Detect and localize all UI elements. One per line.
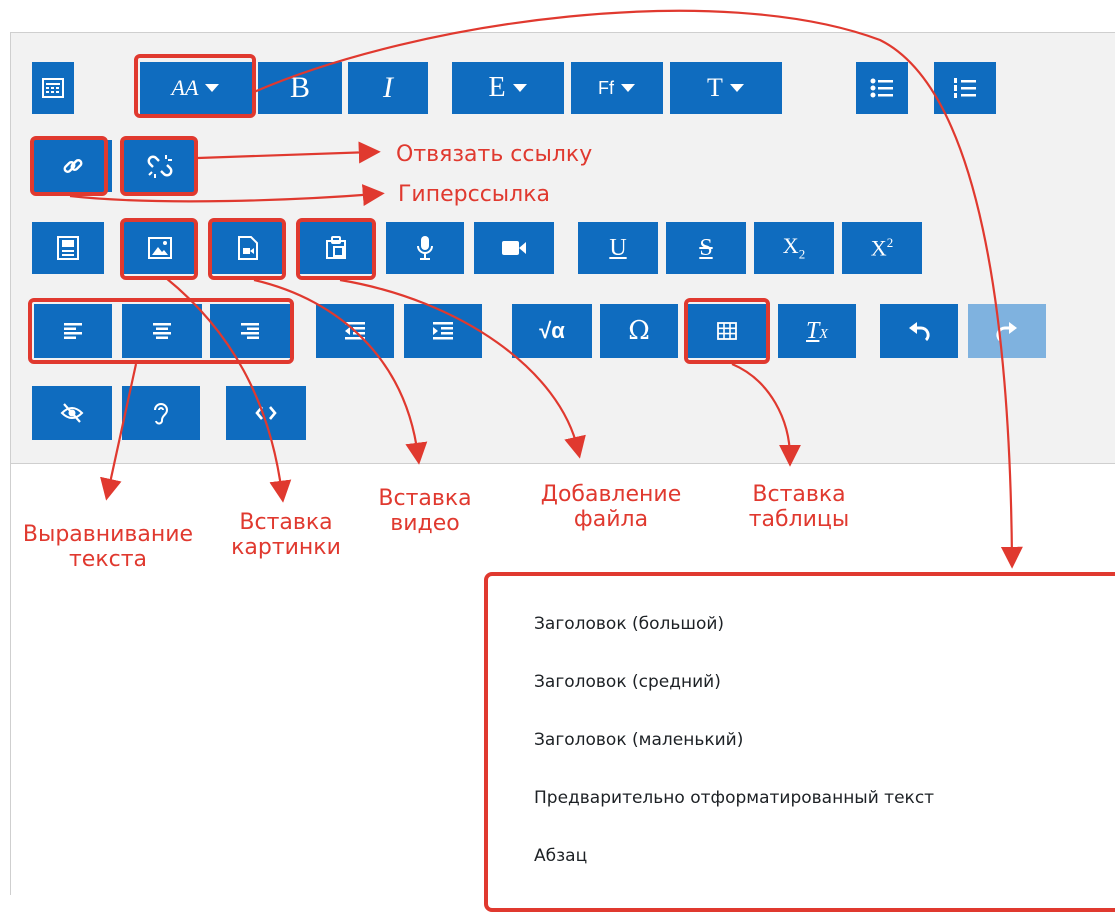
special-characters-button[interactable]: Ω [600, 304, 678, 358]
annotation-insert-image: Вставка картинки [226, 510, 346, 560]
underline-icon: U [609, 234, 627, 261]
subscript-button[interactable]: X2 [754, 222, 834, 274]
annotation-insert-video-line2: видео [390, 511, 460, 536]
annotation-insert-video: Вставка видео [370, 486, 480, 536]
annotation-text-alignment: Выравнивание текста [10, 522, 206, 572]
clear-formatting-button[interactable]: TX [778, 304, 856, 358]
record-video-button[interactable] [474, 222, 554, 274]
annotation-text-alignment-line2: текста [68, 547, 148, 572]
italic-button[interactable]: I [348, 62, 428, 114]
video-camera-icon [501, 239, 527, 257]
outdent-button[interactable] [316, 304, 394, 358]
highlight-insert-image [120, 218, 198, 280]
bold-icon: B [289, 71, 310, 104]
ordered-list-button[interactable] [934, 62, 996, 114]
annotation-insert-table-line1: Вставка [752, 482, 846, 507]
code-icon [255, 405, 277, 421]
equation-button[interactable]: √α [512, 304, 592, 358]
screen-reader-helper-button[interactable] [122, 386, 200, 440]
font-color-icon: E [488, 72, 506, 103]
underline-button[interactable]: U [578, 222, 658, 274]
bullet-list-icon [870, 77, 894, 99]
highlight-table [684, 298, 770, 364]
superscript-icon: X2 [870, 234, 894, 261]
unordered-list-button[interactable] [856, 62, 908, 114]
strikethrough-button[interactable]: S [666, 222, 746, 274]
italic-icon: I [383, 71, 393, 104]
indent-button[interactable] [404, 304, 482, 358]
bold-button[interactable]: B [258, 62, 342, 114]
undo-button[interactable] [880, 304, 958, 358]
annotation-insert-table-line2: таблицы [748, 507, 850, 532]
format-option-heading-medium[interactable]: Заголовок (средний) [534, 672, 721, 692]
font-size-icon: T [707, 73, 723, 102]
format-option-heading-large[interactable]: Заголовок (большой) [534, 614, 724, 634]
annotation-insert-image-line2: картинки [231, 535, 341, 560]
paragraph-format-dropdown: Заголовок (большой) Заголовок (средний) … [484, 572, 1115, 912]
indent-icon [432, 321, 454, 341]
equation-icon: √α [539, 318, 565, 343]
font-size-button[interactable]: T [670, 62, 782, 114]
strikethrough-icon: S [699, 234, 713, 261]
subscript-icon: X2 [782, 233, 806, 262]
word-icon [57, 236, 79, 260]
annotation-text-alignment-line1: Выравнивание [22, 522, 194, 547]
highlight-link [30, 136, 108, 196]
superscript-button[interactable]: X2 [842, 222, 922, 274]
format-option-preformatted[interactable]: Предварительно отформатированный текст [534, 788, 934, 808]
font-family-icon: Ff [598, 77, 614, 98]
toolbar-toggle-icon [42, 77, 64, 99]
annotation-unlink: Отвязать ссылку [396, 142, 593, 167]
numbered-list-icon [953, 77, 977, 99]
microphone-icon [416, 235, 434, 261]
omega-icon: Ω [628, 316, 650, 346]
annotation-insert-table: Вставка таблицы [734, 482, 864, 532]
undo-icon [908, 321, 930, 341]
outdent-icon [344, 321, 366, 341]
format-option-paragraph[interactable]: Абзац [534, 846, 587, 866]
annotation-add-file: Добавление файла [526, 482, 696, 532]
annotation-add-file-line1: Добавление [540, 482, 682, 507]
html-source-button[interactable] [226, 386, 306, 440]
highlight-paragraph-styles [134, 54, 256, 118]
chevron-down-icon [620, 83, 636, 93]
annotation-insert-image-line1: Вставка [239, 510, 333, 535]
annotation-add-file-line2: файла [573, 507, 649, 532]
font-color-button[interactable]: E [452, 62, 564, 114]
annotation-hyperlink: Гиперссылка [398, 182, 550, 207]
clear-formatting-icon: TX [806, 317, 828, 344]
accessibility-checker-button[interactable] [32, 386, 112, 440]
redo-button[interactable] [968, 304, 1046, 358]
highlight-insert-media [208, 218, 286, 280]
ear-icon [152, 401, 170, 425]
paste-from-word-button[interactable] [32, 222, 104, 274]
toolbar-toggle-button[interactable] [32, 62, 74, 114]
redo-icon [996, 321, 1018, 341]
annotation-insert-video-line1: Вставка [378, 486, 472, 511]
font-family-button[interactable]: Ff [571, 62, 663, 114]
highlight-alignment [28, 298, 294, 364]
eye-slash-icon [60, 403, 84, 423]
highlight-unlink [120, 136, 198, 196]
format-option-heading-small[interactable]: Заголовок (маленький) [534, 730, 743, 750]
chevron-down-icon [512, 83, 528, 93]
chevron-down-icon [729, 83, 745, 93]
record-audio-button[interactable] [386, 222, 464, 274]
highlight-manage-files [296, 218, 376, 280]
